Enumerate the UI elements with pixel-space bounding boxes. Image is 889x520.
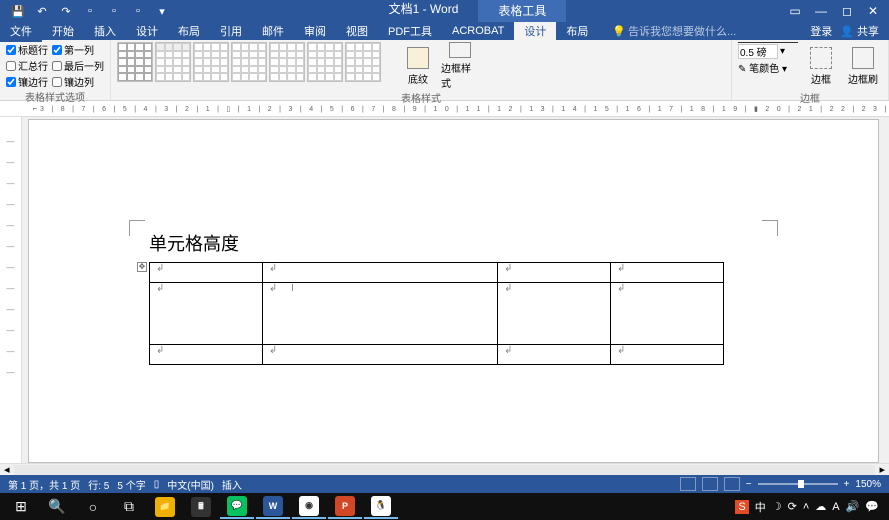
status-words[interactable]: 5 个字 [117, 477, 145, 492]
task-app-chrome[interactable]: ◉ [292, 495, 326, 519]
document-heading[interactable]: 单元格高度 [149, 230, 758, 256]
undo-icon[interactable]: ↶ [32, 1, 52, 21]
chk-first-col[interactable]: 第一列 [52, 42, 104, 57]
login-link[interactable]: 登录 [810, 23, 832, 39]
status-mode[interactable]: 插入 [222, 477, 242, 492]
bulb-icon: 💡 [612, 26, 626, 38]
save-icon[interactable]: 💾 [8, 1, 28, 21]
table-row: ↲↲↲↲ [150, 345, 724, 365]
chk-banded-row[interactable]: 镶边行 [6, 74, 48, 89]
share-button[interactable]: 👤 共享 [840, 23, 879, 39]
chk-header-row[interactable]: 标题行 [6, 42, 48, 57]
redo-icon[interactable]: ↷ [56, 1, 76, 21]
view-print-icon[interactable] [702, 477, 718, 491]
tray-vol-icon[interactable]: 🔊 [846, 500, 860, 513]
tell-me-search[interactable]: 💡告诉我您想要做什么... [612, 23, 736, 39]
status-language[interactable]: 中文(中国) [167, 477, 214, 492]
tray-action-icon[interactable]: 💬 [865, 500, 879, 513]
tab-mailings[interactable]: 邮件 [252, 20, 294, 42]
task-app-word[interactable]: W [256, 495, 290, 519]
borders-button[interactable]: 边框 [802, 42, 840, 90]
tray-up-icon[interactable]: ˄ [803, 501, 809, 513]
task-app-explorer[interactable]: 📁 [148, 495, 182, 519]
chk-last-col[interactable]: 最后一列 [52, 58, 104, 73]
qa-btn2-icon[interactable]: ▫ [104, 1, 124, 21]
tray-lang-icon[interactable]: 中 [755, 499, 766, 515]
chk-total-row[interactable]: 汇总行 [6, 58, 48, 73]
status-line[interactable]: 行: 5 [88, 477, 109, 492]
task-app-calc[interactable]: 🖩 [184, 495, 218, 519]
tray-ime-icon[interactable]: S [735, 500, 748, 514]
task-app-wps[interactable]: P [328, 495, 362, 519]
tab-references[interactable]: 引用 [210, 20, 252, 42]
ribbon-options-icon[interactable]: ▭ [783, 1, 807, 21]
qa-btn3-icon[interactable]: ▫ [128, 1, 148, 21]
tab-design[interactable]: 设计 [126, 20, 168, 42]
document-table[interactable]: ↲↲↲↲ ↲↲ I↲↲ ↲↲↲↲ [149, 262, 724, 365]
margin-corner-icon [762, 220, 778, 236]
border-line-style[interactable] [738, 42, 798, 43]
cortana-icon[interactable]: ○ [76, 495, 110, 519]
tab-view[interactable]: 视图 [336, 20, 378, 42]
margin-corner-icon [129, 220, 145, 236]
zoom-out-icon[interactable]: − [746, 479, 752, 490]
border-painter-button[interactable]: 边框刷 [844, 42, 882, 90]
task-app-wechat[interactable]: 💬 [220, 495, 254, 519]
tray-a-icon[interactable]: A [832, 501, 839, 513]
scrollbar-horizontal[interactable]: ◂▸ [0, 463, 889, 475]
tab-review[interactable]: 审阅 [294, 20, 336, 42]
document-page[interactable]: ✥ 单元格高度 ↲↲↲↲ ↲↲ I↲↲ ↲↲↲↲ [28, 119, 879, 463]
painter-icon [852, 47, 874, 69]
group-label-options: 表格样式选项 [6, 89, 104, 106]
zoom-slider[interactable] [758, 483, 838, 485]
tab-acrobat[interactable]: ACROBAT [442, 22, 514, 40]
status-page[interactable]: 第 1 页，共 1 页 [8, 477, 80, 492]
taskview-icon[interactable]: ⧉ [112, 495, 146, 519]
start-button[interactable]: ⊞ [4, 495, 38, 519]
tab-home[interactable]: 开始 [42, 20, 84, 42]
contextual-tab-label: 表格工具 [478, 0, 566, 22]
tray-sync-icon[interactable]: ⟳ [788, 500, 797, 513]
tab-table-layout[interactable]: 布局 [556, 20, 598, 42]
pen-color-button[interactable]: ✎ 笔颜色 ▾ [738, 60, 798, 75]
qa-btn-icon[interactable]: ▫ [80, 1, 100, 21]
group-label-borders: 边框 [738, 90, 882, 107]
border-style-button[interactable]: 边框样式 [441, 42, 479, 90]
qa-expand-icon[interactable]: ▾ [152, 1, 172, 21]
border-width-selector[interactable]: ▾ [738, 44, 798, 59]
tab-table-design[interactable]: 设计 [514, 20, 556, 42]
chk-banded-col[interactable]: 镶边列 [52, 74, 104, 89]
tab-pdf[interactable]: PDF工具 [378, 20, 442, 42]
minimize-icon[interactable]: — [809, 1, 833, 21]
borders-icon [810, 47, 832, 69]
tab-file[interactable]: 文件 [0, 20, 42, 42]
ruler-vertical[interactable]: ———————————— [0, 117, 22, 463]
tab-insert[interactable]: 插入 [84, 20, 126, 42]
view-web-icon[interactable] [724, 477, 740, 491]
maximize-icon[interactable]: ◻ [835, 1, 859, 21]
chevron-down-icon: ▾ [780, 46, 785, 57]
border-style-icon [449, 42, 471, 58]
table-style-gallery[interactable] [117, 42, 381, 82]
search-icon[interactable]: 🔍 [40, 495, 74, 519]
table-row: ↲↲↲↲ [150, 263, 724, 283]
tab-layout[interactable]: 布局 [168, 20, 210, 42]
tray-cloud-icon[interactable]: ☁ [815, 500, 826, 513]
table-row: ↲↲ I↲↲ [150, 283, 724, 345]
tray-moon-icon[interactable]: ☽ [772, 500, 782, 513]
zoom-level[interactable]: 150% [855, 479, 881, 490]
task-app-qq[interactable]: 🐧 [364, 495, 398, 519]
zoom-in-icon[interactable]: + [844, 479, 850, 490]
table-move-handle[interactable]: ✥ [137, 262, 147, 272]
shading-icon [407, 47, 429, 69]
status-lang-icon: ▯ [154, 479, 160, 490]
close-icon[interactable]: ✕ [861, 1, 885, 21]
shading-button[interactable]: 底纹 [399, 42, 437, 90]
view-read-icon[interactable] [680, 477, 696, 491]
